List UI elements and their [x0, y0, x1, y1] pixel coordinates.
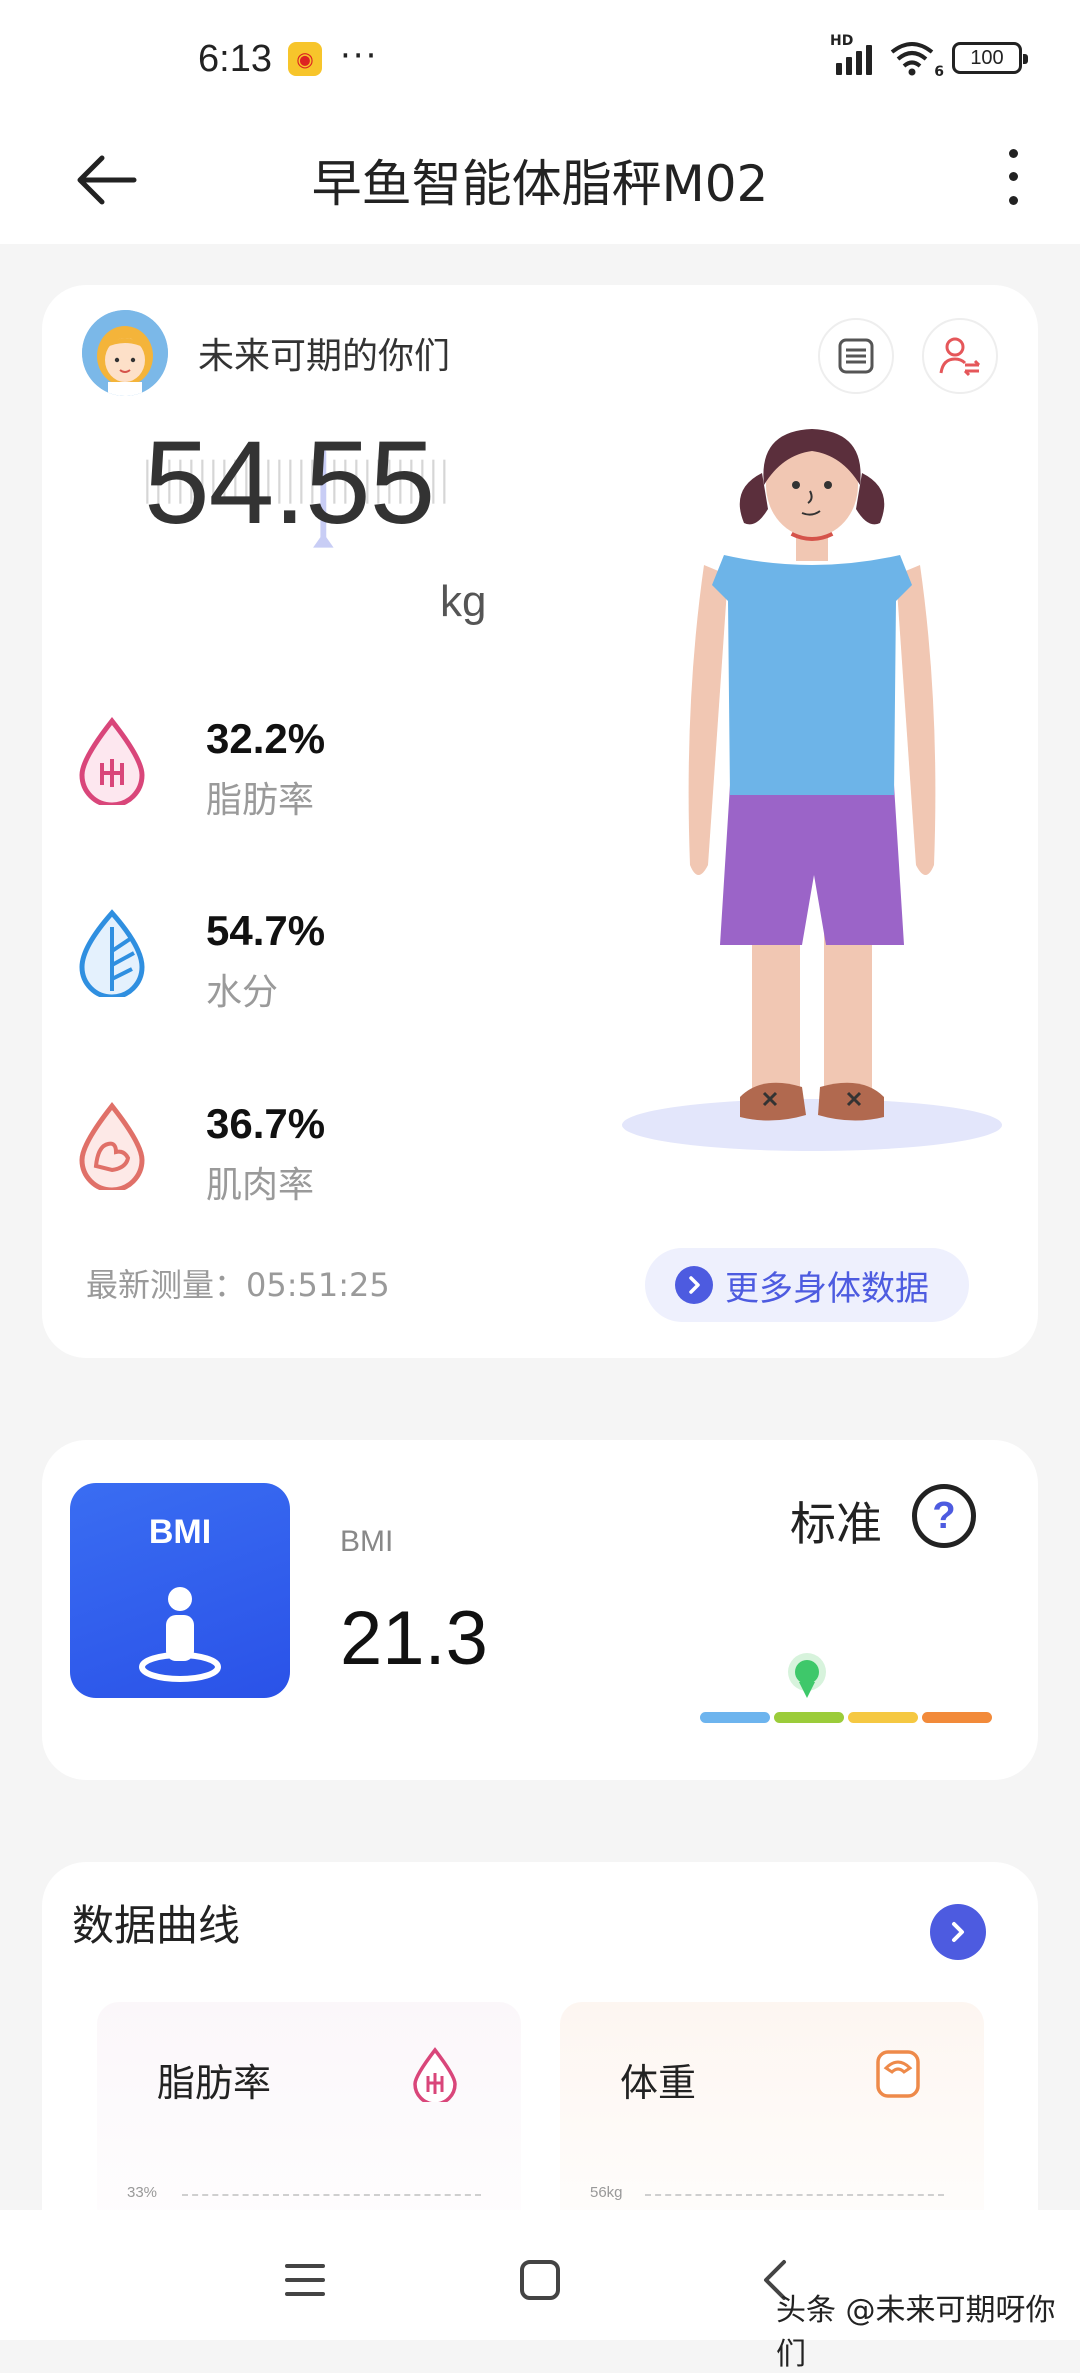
more-body-data-label: 更多身体数据 — [725, 1268, 929, 1309]
body-summary-card: 未来可期的你们 54.55 kg 32.2% 脂肪率 54.7% 水分 36.7… — [42, 285, 1038, 1358]
chart-title: 脂肪率 — [157, 2061, 272, 2105]
scale-device-icon — [838, 338, 874, 374]
signal-icon: HD — [830, 33, 872, 75]
chart-axis-label: 56kg — [590, 2184, 623, 2201]
muscle-drop-icon — [79, 1101, 145, 1190]
bmi-scale-segment — [700, 1712, 770, 1723]
fat-drop-icon — [413, 2047, 457, 2102]
person-standing-icon — [139, 1587, 221, 1682]
last-measure-time: 最新测量：05:51:25 — [86, 1266, 390, 1304]
status-more-indicator: ··· — [340, 36, 379, 76]
switch-user-button[interactable] — [922, 318, 998, 394]
weibo-icon: ◉ — [288, 42, 322, 76]
network-label: HD — [830, 33, 854, 49]
menu-icon[interactable] — [275, 2250, 335, 2310]
chevron-right-icon — [675, 1266, 713, 1304]
weight-unit: kg — [440, 577, 487, 626]
metric-fat-rate[interactable]: 32.2% 脂肪率 — [72, 715, 472, 825]
metric-value: 54.7% — [206, 907, 326, 954]
body-figure-illustration — [622, 429, 1002, 1151]
metric-value: 36.7% — [206, 1100, 326, 1147]
bmi-status: 标准 — [790, 1497, 882, 1551]
weight-value: 54.55 — [144, 417, 435, 549]
bmi-scale-bar — [700, 1712, 992, 1723]
bmi-label: BMI — [340, 1525, 394, 1558]
chart-title: 体重 — [620, 2061, 697, 2105]
more-vertical-icon[interactable] — [998, 142, 1028, 212]
chart-gridline — [645, 2194, 944, 2196]
metric-label: 脂肪率 — [206, 780, 315, 821]
bmi-scale-segment — [774, 1712, 844, 1723]
bmi-tile: BMI — [70, 1483, 290, 1698]
bmi-scale-segment — [922, 1712, 992, 1723]
bmi-scale-segment — [848, 1712, 918, 1723]
metric-label: 肌肉率 — [206, 1165, 315, 1206]
bmi-tile-label: BMI — [148, 1513, 212, 1551]
metric-label: 水分 — [206, 972, 279, 1013]
watermark: 头条 @未来可期呀你们 — [776, 2293, 1056, 2372]
chart-axis-label: 33% — [127, 2184, 158, 2201]
username: 未来可期的你们 — [198, 336, 451, 377]
fat-drop-icon — [79, 716, 145, 805]
metric-value: 32.2% — [206, 715, 326, 762]
scale-device-button[interactable] — [818, 318, 894, 394]
home-icon[interactable] — [510, 2250, 570, 2310]
section-title: 数据曲线 — [72, 1901, 241, 1950]
app-bar: 早鱼智能体脂秤M02 — [0, 120, 1080, 244]
switch-user-icon — [939, 337, 981, 377]
bmi-marker-icon — [788, 1653, 826, 1698]
help-icon[interactable]: ? — [912, 1484, 976, 1548]
avatar[interactable] — [82, 310, 168, 396]
bmi-card[interactable]: BMI BMI 21.3 标准 ? — [42, 1440, 1038, 1780]
bmi-value: 21.3 — [340, 1596, 488, 1681]
metric-muscle-rate[interactable]: 36.7% 肌肉率 — [72, 1100, 472, 1210]
battery-icon: 100 — [952, 42, 1028, 74]
page-title: 早鱼智能体脂秤M02 — [311, 155, 769, 213]
metric-water[interactable]: 54.7% 水分 — [72, 907, 472, 1017]
chevron-right-icon[interactable] — [930, 1904, 986, 1960]
more-body-data-button[interactable]: 更多身体数据 — [645, 1248, 969, 1322]
status-bar: 6:13 ◉ ··· HD 6 100 — [0, 0, 1080, 120]
wifi-icon: 6 — [888, 40, 944, 80]
status-time: 6:13 — [198, 38, 272, 80]
chart-gridline — [182, 2194, 481, 2196]
scale-icon — [876, 2050, 920, 2098]
wifi-label: 6 — [934, 64, 944, 80]
status-icons: HD 6 100 — [830, 33, 1028, 80]
water-leaf-icon — [79, 909, 145, 997]
